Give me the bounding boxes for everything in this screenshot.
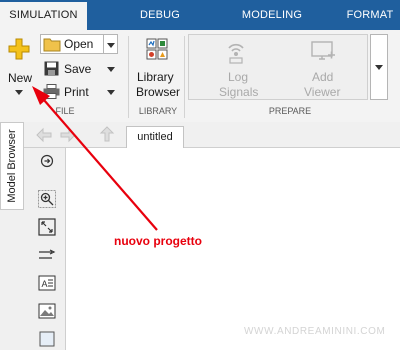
- simulink-window: SIMULATION DEBUG MODELING FORMAT New Ope…: [0, 0, 400, 350]
- annotation-label: nuovo progetto: [114, 234, 202, 248]
- watermark: WWW.ANDREAMININI.COM: [244, 326, 386, 337]
- red-arrow-annotation: [32, 86, 158, 231]
